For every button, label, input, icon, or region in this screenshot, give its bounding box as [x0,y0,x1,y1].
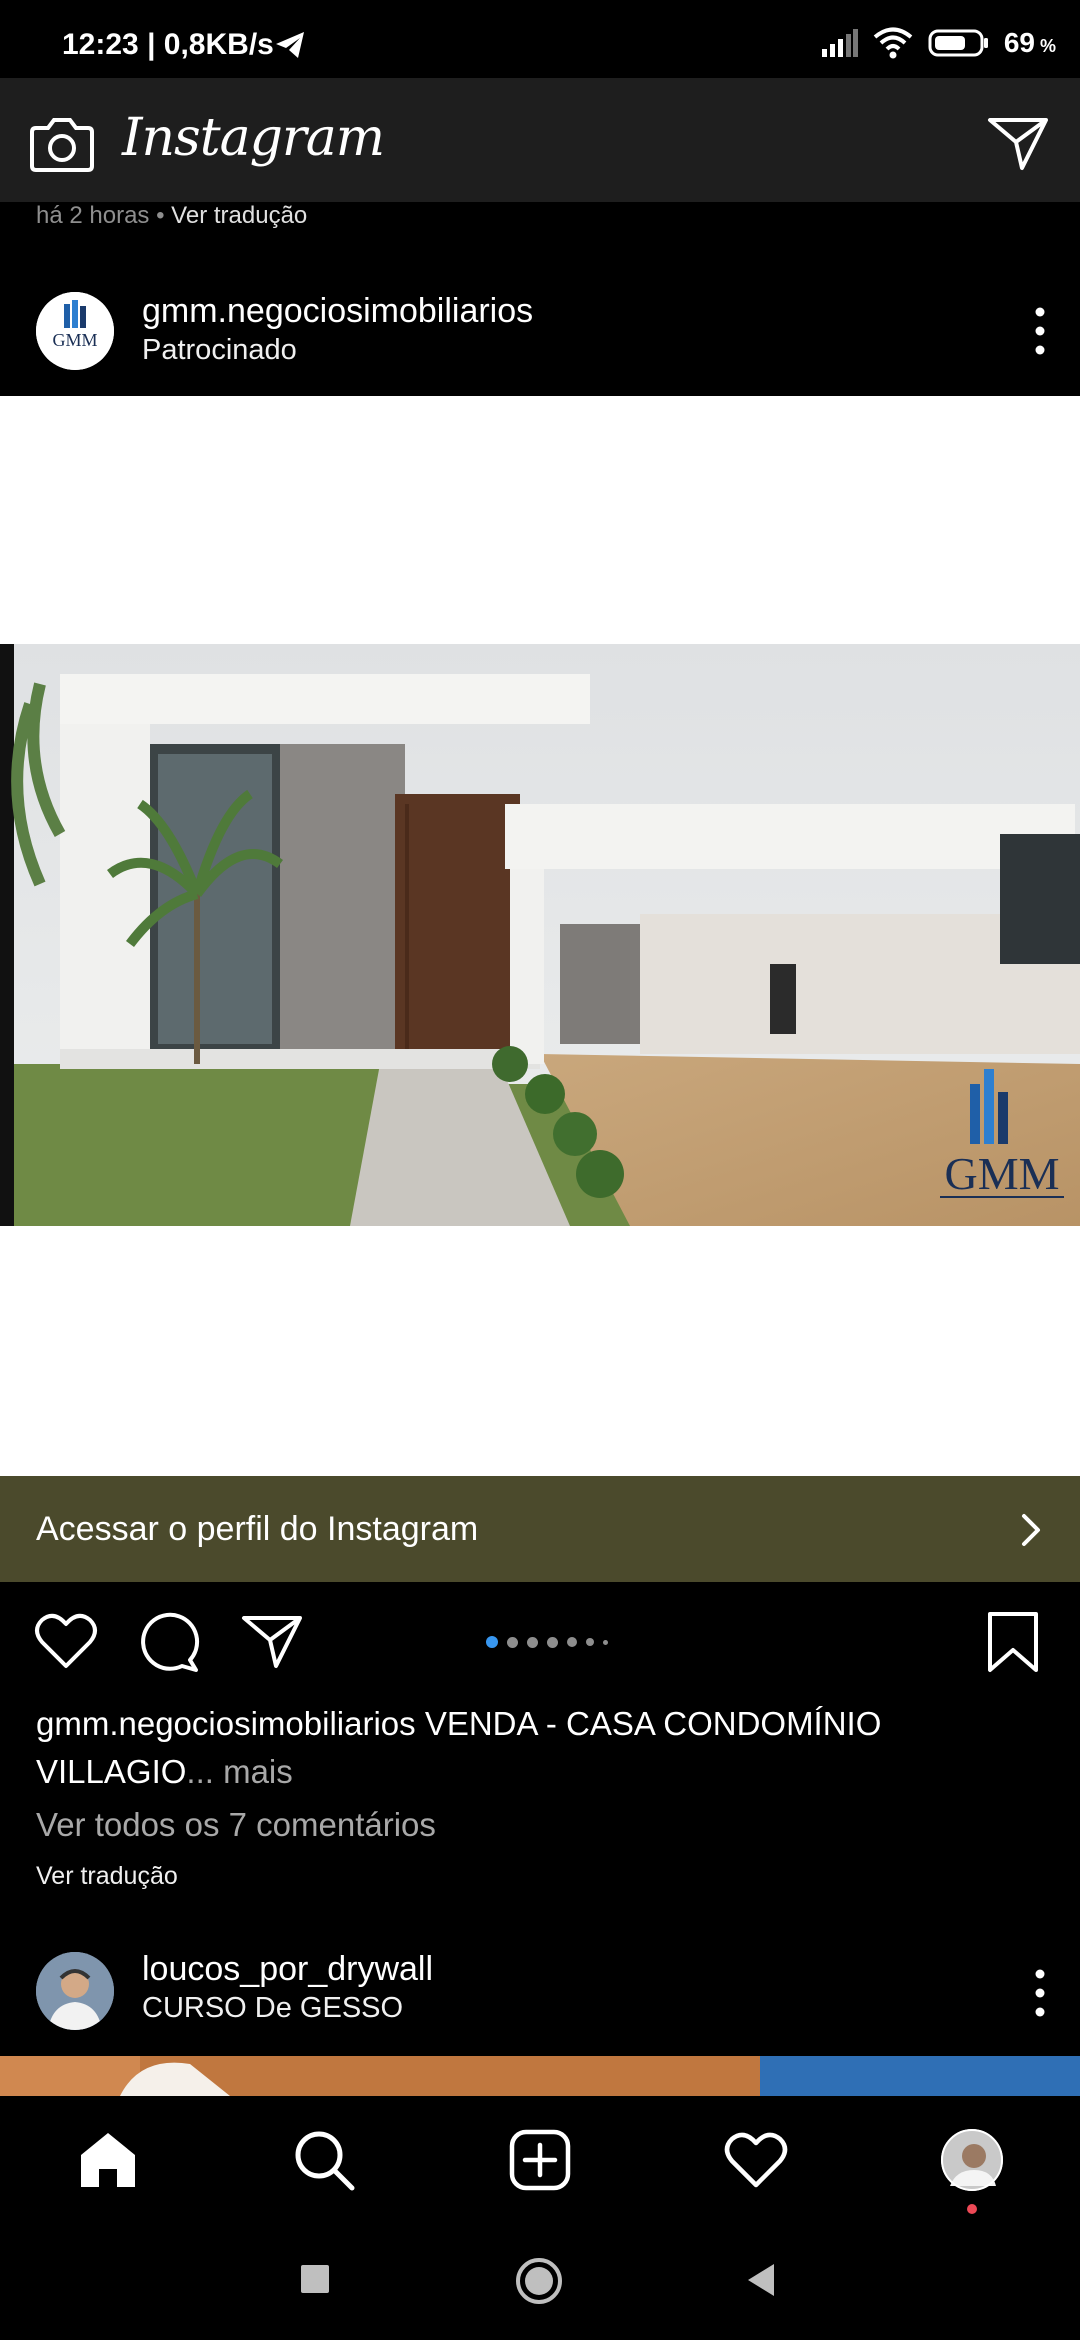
status-indicators: 69 % [821,26,1056,60]
user-photo [36,1952,114,2030]
carousel-indicator [486,1636,608,1648]
heart-icon [724,2132,788,2188]
instagram-logo[interactable]: Instagram [122,108,385,168]
more-options-icon[interactable] [1034,1968,1046,2018]
nav-profile[interactable] [936,2124,1008,2196]
carousel-dot [527,1636,538,1648]
direct-message-icon[interactable] [986,114,1050,172]
next-post-username[interactable]: loucos_por_drywall [142,1950,433,1989]
caption-more-link[interactable]: ... mais [186,1753,292,1790]
gmm-logo-icon: GMM [36,292,114,370]
carousel-dot [547,1636,558,1648]
caption-username[interactable]: gmm.negociosimobiliarios [36,1705,416,1742]
carousel-dot [586,1638,594,1646]
search-icon [295,2131,355,2191]
house-photo: GMM [0,644,1080,1226]
next-post-header: loucos_por_drywall CURSO De GESSO [0,1938,1080,2056]
home-icon [81,2133,135,2187]
like-heart-icon[interactable] [34,1612,98,1670]
share-icon[interactable] [240,1612,304,1670]
time-ago: há 2 horas [36,202,150,229]
avatar[interactable]: GMM [36,292,114,370]
status-time: 12:23 | 0,8KB/s [62,28,274,61]
post-media[interactable]: GMM [0,396,1080,1476]
app-header: Instagram [0,78,1080,202]
nav-create[interactable] [504,2124,576,2196]
post-caption: gmm.negociosimobiliarios VENDA - CASA CO… [36,1700,1046,1796]
telegram-icon [276,32,304,58]
translate-link[interactable]: Ver tradução [171,202,307,229]
home-button[interactable] [514,2256,564,2306]
next-post-image-strip [0,2056,1080,2096]
previous-post-meta: há 2 horas • Ver tradução [36,202,307,230]
chevron-right-icon [1022,1514,1040,1546]
svg-text:GMM: GMM [52,330,97,350]
camera-icon[interactable] [30,114,94,172]
profile-avatar [941,2129,1003,2191]
save-bookmark-icon[interactable] [986,1610,1040,1674]
avatar[interactable] [36,1952,114,2030]
wifi-icon [873,27,913,59]
meta-separator: • [149,202,172,229]
image-watermark: GMM [944,1148,1059,1199]
nav-search[interactable] [288,2124,360,2196]
back-button[interactable] [744,2262,778,2298]
carousel-dot [486,1636,498,1648]
recent-apps-button[interactable] [298,2262,332,2296]
carousel-dot [507,1636,518,1648]
next-post-media[interactable] [0,2056,1080,2096]
comment-icon[interactable] [138,1612,200,1674]
battery-icon [928,29,988,57]
carousel-dot [603,1639,608,1645]
battery-percent: 69 % [1003,27,1056,58]
nav-home[interactable] [72,2124,144,2196]
post-username[interactable]: gmm.negociosimobiliarios [142,292,533,331]
notification-dot [967,2204,977,2214]
signal-icon [821,29,858,57]
post-actions [0,1582,1080,1706]
system-navigation [0,2220,1080,2340]
cta-label: Acessar o perfil do Instagram [36,1510,479,1548]
next-post-subtitle: CURSO De GESSO [142,1992,404,2024]
carousel-dot [567,1637,577,1647]
add-post-icon [509,2129,571,2191]
see-translation-link[interactable]: Ver tradução [36,1862,178,1891]
status-bar: 12:23 | 0,8KB/s 69 % [0,0,1080,78]
view-all-comments-link[interactable]: Ver todos os 7 comentários [36,1806,436,1844]
more-options-icon[interactable] [1034,306,1046,356]
visit-profile-cta[interactable]: Acessar o perfil do Instagram [0,1476,1080,1582]
nav-activity[interactable] [720,2124,792,2196]
sponsored-label: Patrocinado [142,334,297,366]
post-header: GMM gmm.negociosimobiliarios Patrocinado [0,270,1080,396]
bottom-navigation [0,2096,1080,2220]
